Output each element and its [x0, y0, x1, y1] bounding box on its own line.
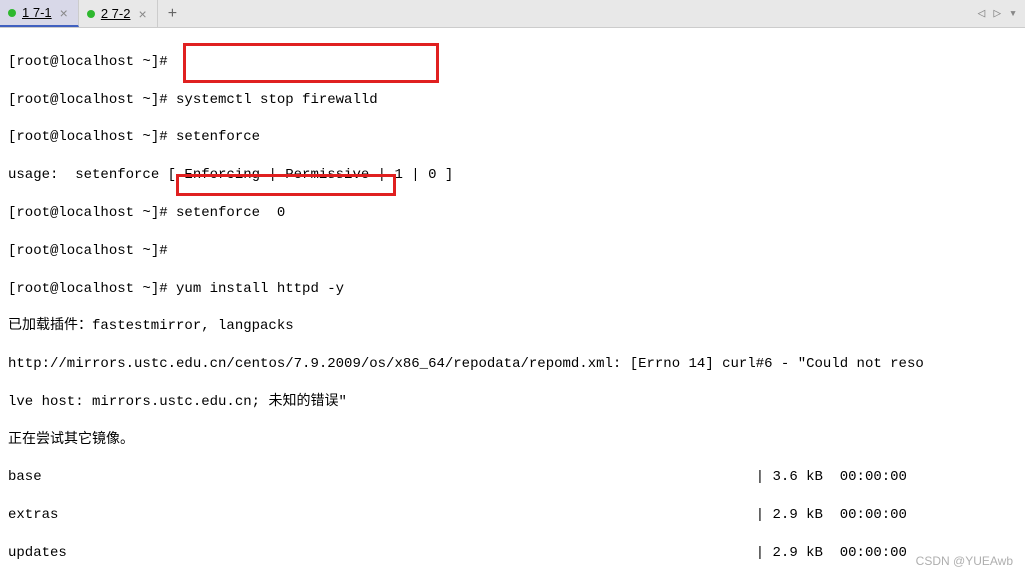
terminal-line: 已加载插件：fastestmirror, langpacks: [8, 317, 1017, 336]
add-tab-button[interactable]: +: [158, 0, 188, 27]
terminal-output[interactable]: [root@localhost ~]# [root@localhost ~]# …: [0, 28, 1025, 574]
tab-label: 2 7-2: [101, 6, 131, 21]
terminal-line: [root@localhost ~]# setenforce 0: [8, 204, 1017, 223]
tab-label: 1 7-1: [22, 5, 52, 20]
terminal-line: base | 3.6 kB 00:00:00: [8, 468, 1017, 487]
terminal-line: [root@localhost ~]# yum install httpd -y: [8, 280, 1017, 299]
terminal-line: 正在尝试其它镜像。: [8, 431, 1017, 450]
tab-7-2[interactable]: 2 7-2 ×: [79, 0, 158, 27]
tab-bar: 1 7-1 × 2 7-2 × + ◁ ▷ ▾: [0, 0, 1025, 28]
terminal-line: extras | 2.9 kB 00:00:00: [8, 506, 1017, 525]
status-dot-icon: [8, 9, 16, 17]
terminal-line: [root@localhost ~]# setenforce: [8, 128, 1017, 147]
terminal-line: http://mirrors.ustc.edu.cn/centos/7.9.20…: [8, 355, 1017, 374]
terminal-line: usage: setenforce [ Enforcing | Permissi…: [8, 166, 1017, 185]
terminal-line: [root@localhost ~]#: [8, 242, 1017, 261]
tab-7-1[interactable]: 1 7-1 ×: [0, 0, 79, 27]
nav-menu-icon[interactable]: ▾: [1009, 6, 1017, 21]
terminal-line: [root@localhost ~]#: [8, 53, 1017, 72]
terminal-line: updates | 2.9 kB 00:00:00: [8, 544, 1017, 563]
close-icon[interactable]: ×: [136, 6, 148, 22]
nav-left-icon[interactable]: ◁: [978, 6, 986, 21]
status-dot-icon: [87, 10, 95, 18]
terminal-line: lve host: mirrors.ustc.edu.cn; 未知的错误": [8, 393, 1017, 412]
nav-right-icon[interactable]: ▷: [993, 6, 1001, 21]
terminal-line: [root@localhost ~]# systemctl stop firew…: [8, 91, 1017, 110]
close-icon[interactable]: ×: [58, 5, 70, 21]
tab-nav-controls: ◁ ▷ ▾: [970, 0, 1025, 27]
